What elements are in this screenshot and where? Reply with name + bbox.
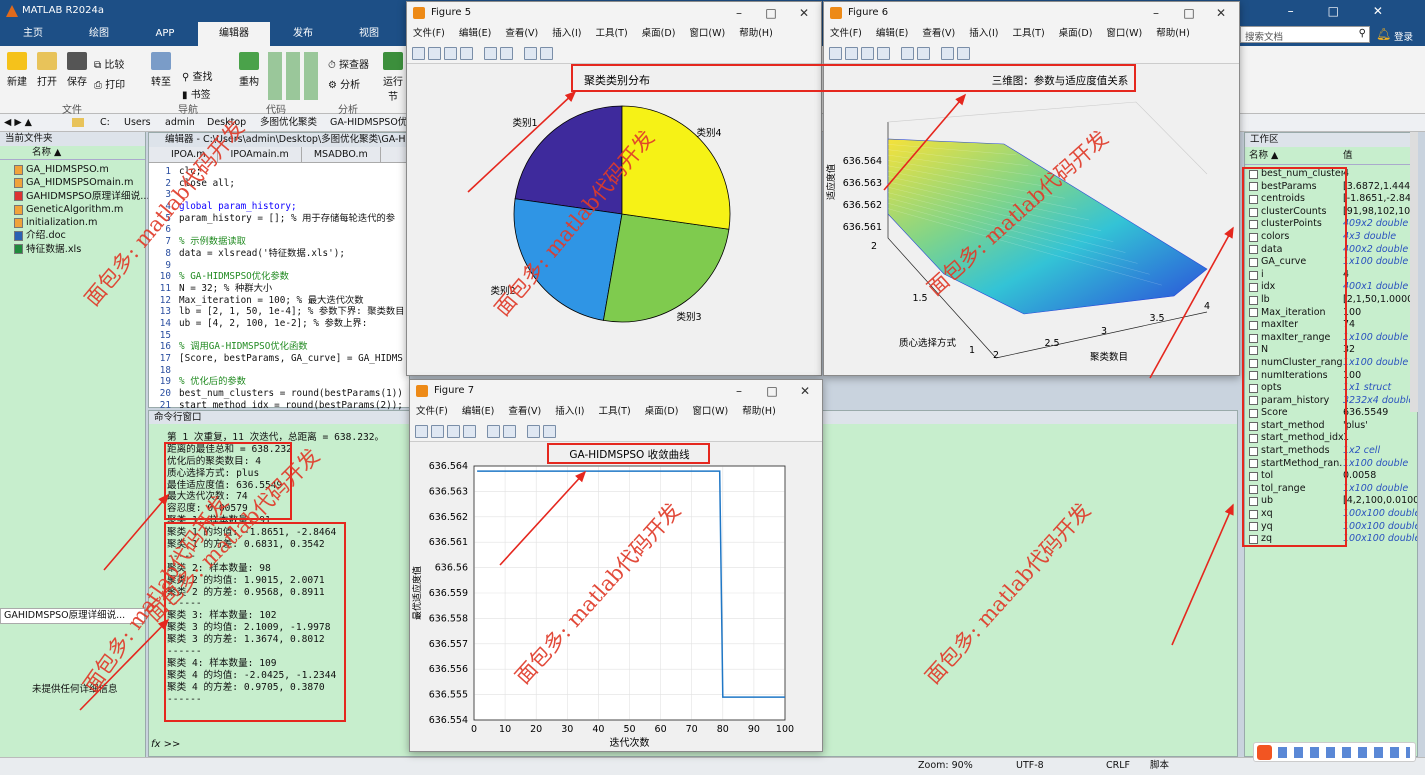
arrow <box>467 90 577 193</box>
arrow <box>1149 226 1234 379</box>
arrow <box>103 493 170 571</box>
annotation-arrows <box>79 90 1234 711</box>
arrow <box>499 470 587 566</box>
arrow <box>883 93 967 191</box>
arrow <box>1171 503 1234 646</box>
